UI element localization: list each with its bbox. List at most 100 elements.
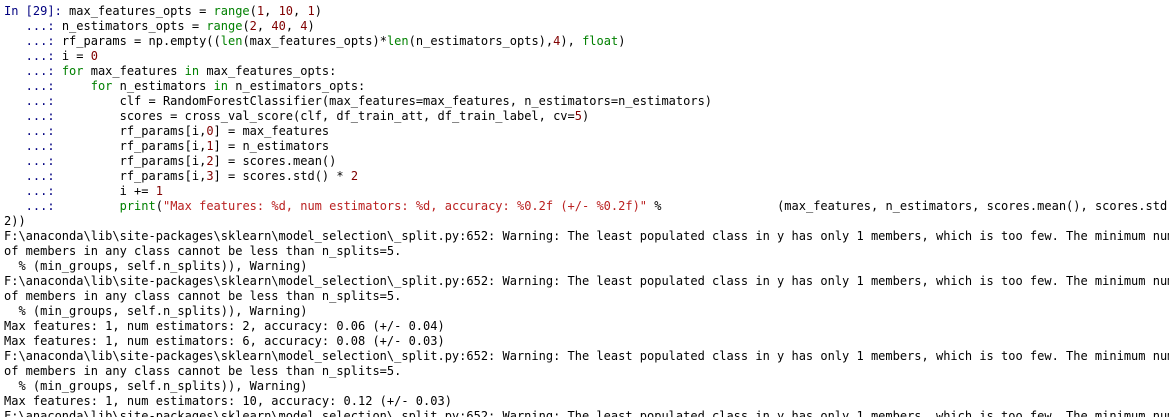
prompt-separator xyxy=(55,154,62,168)
input-prompt: In [29]: xyxy=(4,4,62,18)
code-line[interactable]: ...: for max_features in max_features_op… xyxy=(4,64,1169,79)
prompt-separator xyxy=(55,184,62,198)
code-token-plain: ) xyxy=(314,4,322,18)
continuation-prompt: ...: xyxy=(4,139,55,153)
code-token-ty: float xyxy=(582,34,619,48)
code-token-plain: ), xyxy=(560,34,583,48)
code-token-str: "Max features: %d, num estimators: %d, a… xyxy=(162,199,648,213)
result-line: Max features: 1, num estimators: 2, accu… xyxy=(4,319,445,333)
code-token-num: 2 xyxy=(206,154,214,168)
output-line: of members in any class cannot be less t… xyxy=(4,364,402,378)
cell-output: 2)) F:\anaconda\lib\site-packages\sklearn… xyxy=(4,214,1169,419)
code-token-bi: range xyxy=(206,19,243,33)
code-token-plain: rf_params[i, xyxy=(61,169,207,183)
code-token-kw: in xyxy=(184,64,200,78)
prompt-separator xyxy=(55,169,62,183)
code-line[interactable]: ...: clf = RandomForestClassifier(max_fe… xyxy=(4,94,1169,109)
code-token-num: 1 xyxy=(206,139,214,153)
code-token-kw: for xyxy=(90,79,113,93)
continuation-prompt: ...: xyxy=(4,184,55,198)
continuation-prompt: ...: xyxy=(4,49,55,63)
prompt-separator xyxy=(62,4,69,18)
code-token-plain: n_estimators_opts: xyxy=(228,79,366,93)
code-token-num: 2 xyxy=(249,19,257,33)
prompt-separator xyxy=(55,109,62,123)
code-token-plain: ] = n_estimators xyxy=(213,139,330,153)
code-token-num: 10 xyxy=(278,4,294,18)
code-cell[interactable]: In [29]: max_features_opts = range(1, 10… xyxy=(4,4,1169,214)
code-token-plain: , xyxy=(264,4,279,18)
code-token-bi: len xyxy=(220,34,243,48)
code-line[interactable]: ...: scores = cross_val_score(clf, df_tr… xyxy=(4,109,1169,124)
prompt-separator xyxy=(55,139,62,153)
code-token-num: 1 xyxy=(307,4,315,18)
prompt-separator xyxy=(55,49,62,63)
code-token-plain: ) xyxy=(307,19,315,33)
warning-line: F:\anaconda\lib\site-packages\sklearn\mo… xyxy=(4,409,1169,419)
continuation-prompt: ...: xyxy=(4,199,55,213)
code-token-num: 4 xyxy=(300,19,308,33)
continuation-prompt: ...: xyxy=(4,64,55,78)
code-token-plain: rf_params[i, xyxy=(61,154,207,168)
continuation-prompt: ...: xyxy=(4,124,55,138)
code-token-bi: len xyxy=(386,34,409,48)
code-token-num: 0 xyxy=(206,124,214,138)
code-token-plain: ] = scores.std() * xyxy=(213,169,351,183)
code-token-plain: (n_estimators_opts), xyxy=(408,34,554,48)
code-line[interactable]: ...: print("Max features: %d, num estima… xyxy=(4,199,1169,214)
code-token-plain: i += xyxy=(61,184,156,198)
code-token-num: 40 xyxy=(271,19,286,33)
continuation-prompt: ...: xyxy=(4,109,55,123)
code-token-plain: ) xyxy=(582,109,590,123)
code-token-plain: max_features_opts = xyxy=(69,4,214,18)
code-token-num: 5 xyxy=(574,109,582,123)
code-line[interactable]: ...: i = 0 xyxy=(4,49,1169,64)
code-line[interactable]: ...: rf_params[i,0] = max_features xyxy=(4,124,1169,139)
code-token-kw: in xyxy=(213,79,229,93)
continuation-prompt: ...: xyxy=(4,169,55,183)
output-line: of members in any class cannot be less t… xyxy=(4,289,402,303)
code-token-plain: % (max_features, n_estimators, scores.me… xyxy=(647,199,1169,213)
prompt-separator xyxy=(55,124,62,138)
code-token-plain: ( xyxy=(242,19,250,33)
code-line[interactable]: ...: rf_params = np.empty((len(max_featu… xyxy=(4,34,1169,49)
code-line[interactable]: ...: for n_estimators in n_estimators_op… xyxy=(4,79,1169,94)
code-token-plain: ] = max_features xyxy=(213,124,330,138)
code-token-plain: , xyxy=(293,4,308,18)
prompt-separator xyxy=(55,64,62,78)
code-line[interactable]: ...: i += 1 xyxy=(4,184,1169,199)
code-token-plain: clf = RandomForestClassifier(max_feature… xyxy=(61,94,713,108)
output-line: % (min_groups, self.n_splits)), Warning) xyxy=(4,304,308,318)
prompt-separator xyxy=(55,94,62,108)
code-token-plain: scores = cross_val_score(clf, df_train_a… xyxy=(61,109,575,123)
code-token-bi: print xyxy=(119,199,156,213)
code-token-plain: n_estimators xyxy=(112,79,214,93)
warning-line: F:\anaconda\lib\site-packages\sklearn\mo… xyxy=(4,229,1169,243)
code-token-plain: ] = scores.mean() xyxy=(213,154,337,168)
code-line[interactable]: ...: n_estimators_opts = range(2, 40, 4) xyxy=(4,19,1169,34)
code-token-num: 0 xyxy=(90,49,98,63)
result-line: Max features: 1, num estimators: 10, acc… xyxy=(4,394,452,408)
ipython-console[interactable]: In [29]: max_features_opts = range(1, 10… xyxy=(0,0,1169,419)
code-token-plain: rf_params[i, xyxy=(61,124,207,138)
code-token-plain: rf_params[i, xyxy=(61,139,207,153)
code-token-plain: ) xyxy=(618,34,626,48)
output-line: % (min_groups, self.n_splits)), Warning) xyxy=(4,379,308,393)
prompt-separator xyxy=(55,19,62,33)
warning-line: F:\anaconda\lib\site-packages\sklearn\mo… xyxy=(4,274,1169,288)
code-token-num: 2 xyxy=(350,169,359,183)
output-line: % (min_groups, self.n_splits)), Warning) xyxy=(4,259,308,273)
code-line[interactable]: ...: rf_params[i,2] = scores.mean() xyxy=(4,154,1169,169)
code-line[interactable]: ...: rf_params[i,3] = scores.std() * 2 xyxy=(4,169,1169,184)
code-line[interactable]: ...: rf_params[i,1] = n_estimators xyxy=(4,139,1169,154)
output-line: 2)) xyxy=(4,214,26,228)
code-line[interactable]: In [29]: max_features_opts = range(1, 10… xyxy=(4,4,1169,19)
code-token-plain: , xyxy=(256,19,272,33)
prompt-separator xyxy=(55,34,62,48)
code-token-plain: max_features_opts: xyxy=(199,64,337,78)
continuation-prompt: ...: xyxy=(4,154,55,168)
code-token-plain: i = xyxy=(61,49,91,63)
code-token-plain: (max_features_opts)* xyxy=(242,34,387,48)
